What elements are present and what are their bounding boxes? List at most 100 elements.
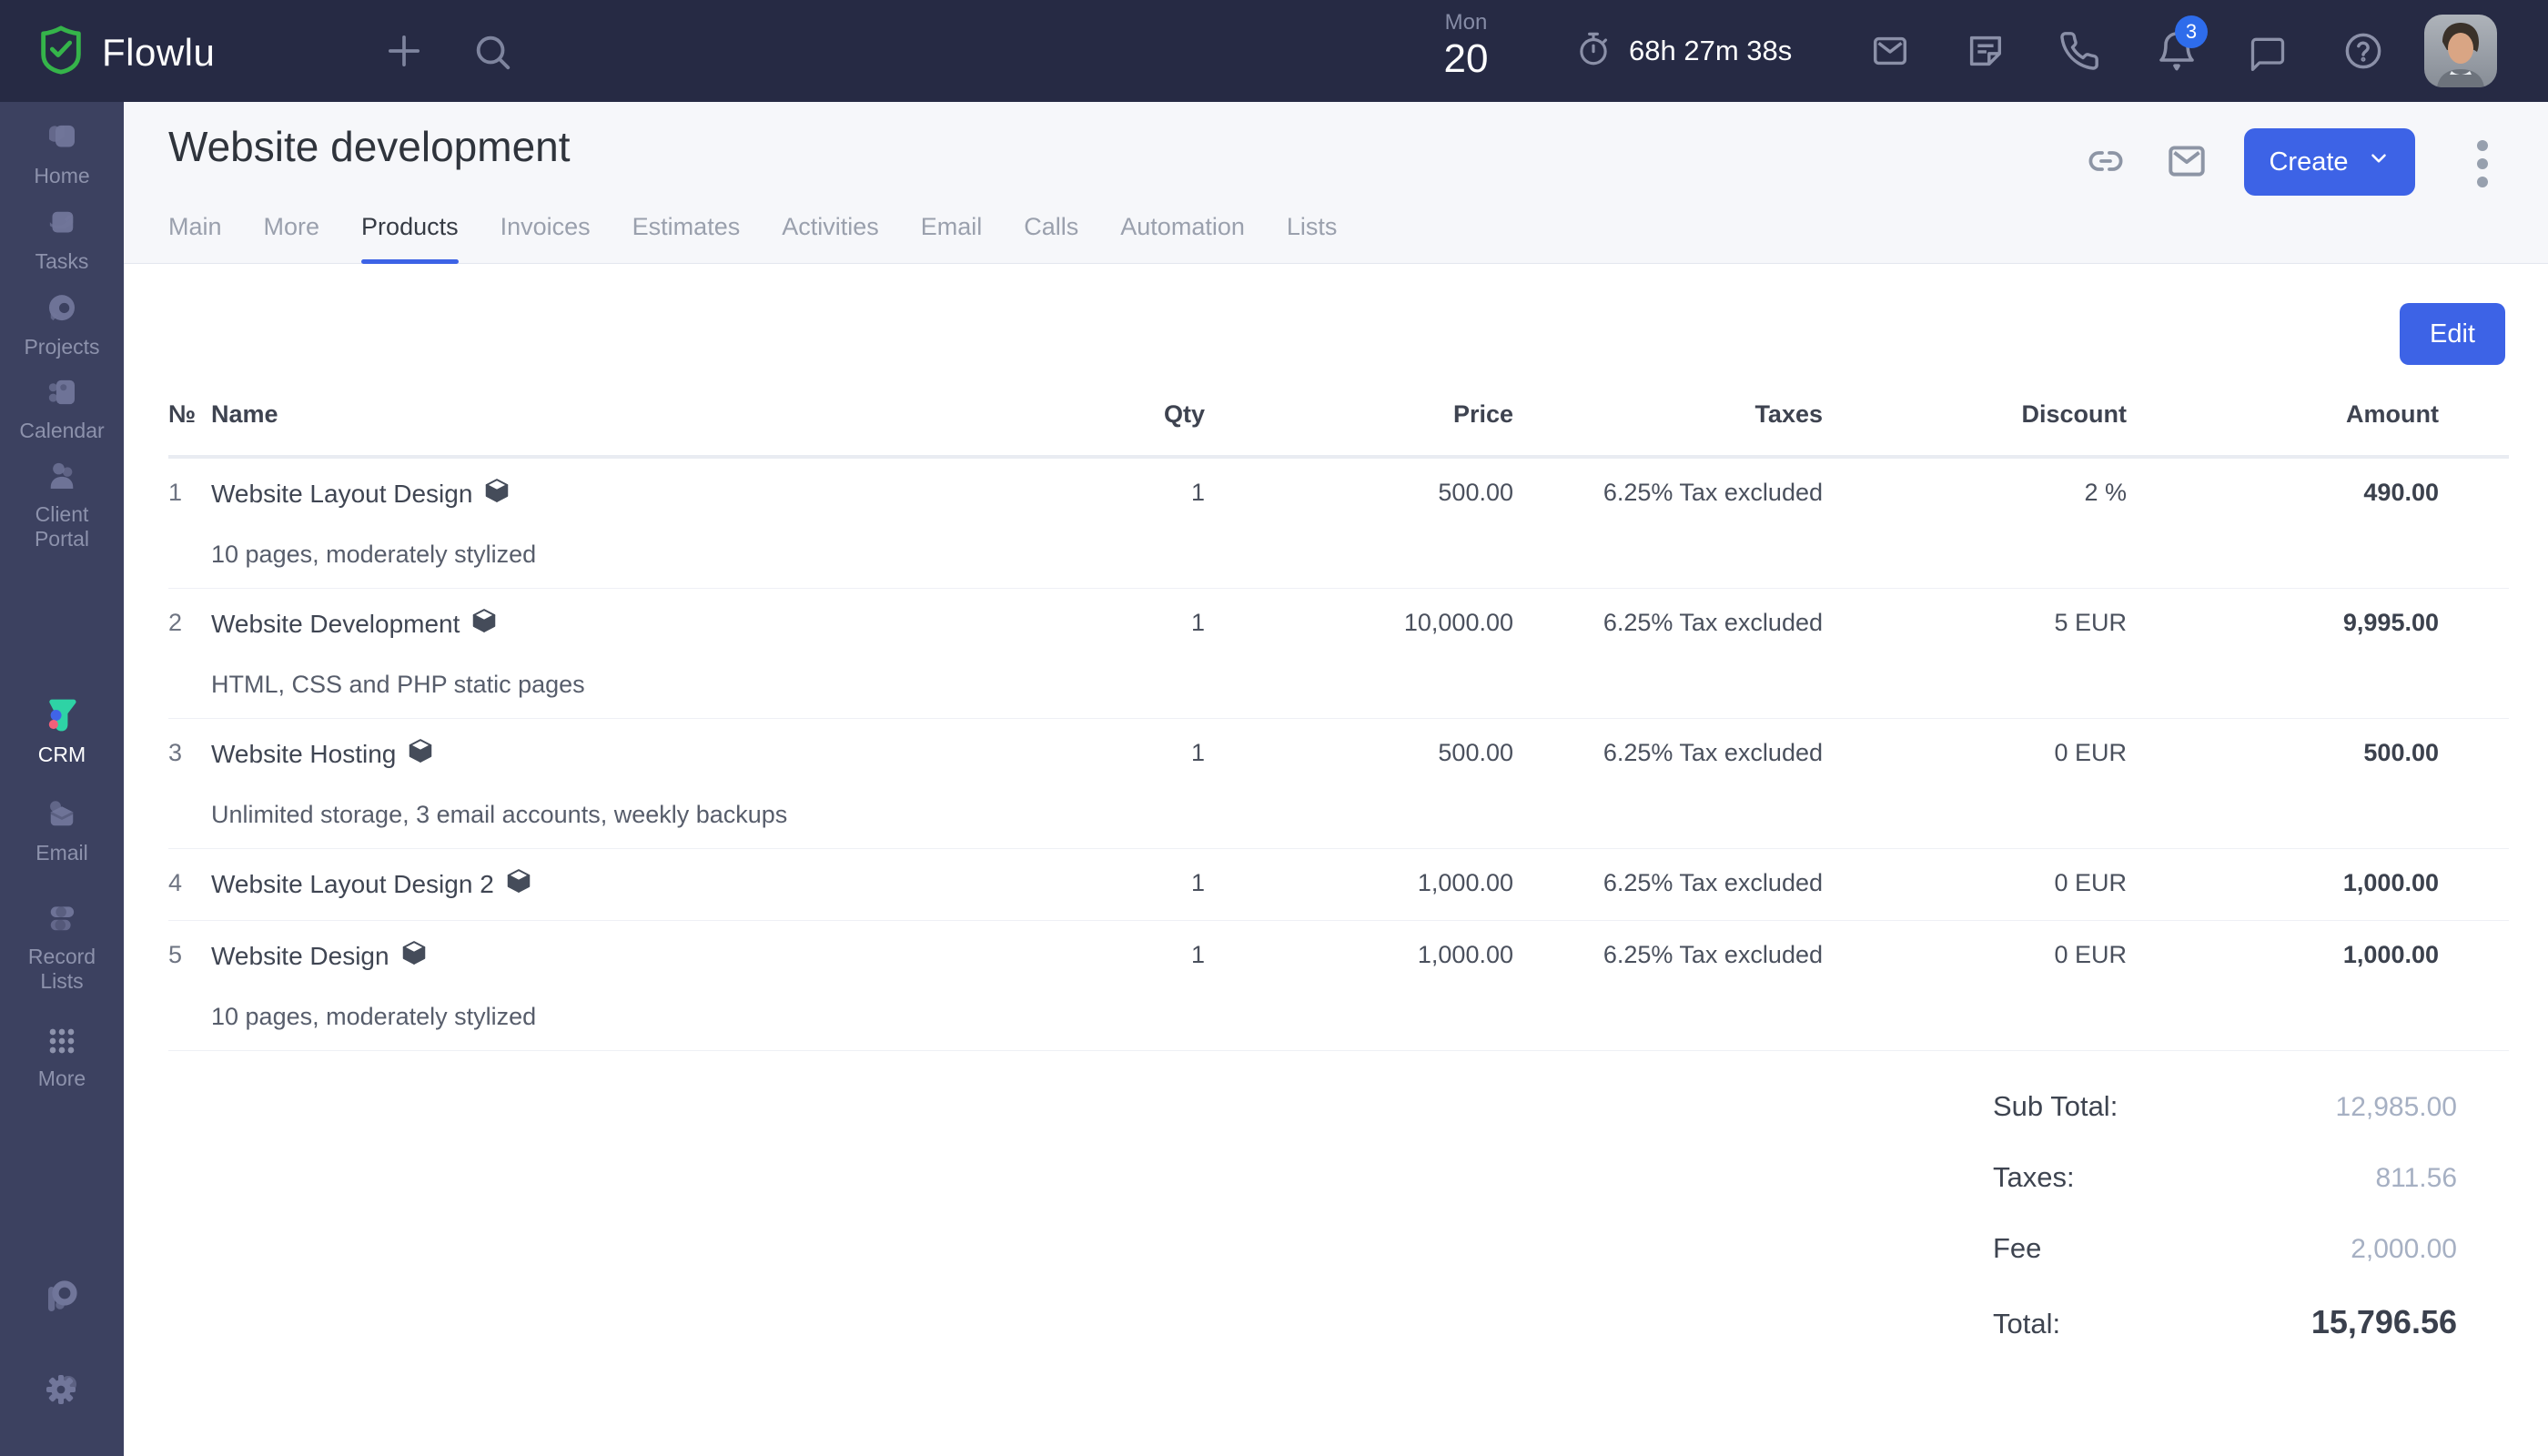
tab-calls[interactable]: Calls — [1024, 213, 1078, 263]
column-header-name: Name — [211, 400, 278, 428]
sidebar-item-calendar[interactable]: Calendar — [0, 373, 124, 443]
flowlu-shield-icon — [35, 24, 87, 81]
table-row[interactable]: 3 Website Hosting 1 500.00 6.25% Tax exc… — [168, 719, 2509, 849]
subtotal-row: Sub Total: 12,985.00 — [1993, 1090, 2457, 1125]
column-header-taxes: Taxes — [1754, 400, 1823, 428]
sidebar-settings-button[interactable] — [0, 1369, 124, 1417]
discount-cell: 0 EUR — [2054, 869, 2127, 896]
calendar-icon — [0, 373, 124, 411]
chat-button[interactable] — [2248, 33, 2288, 73]
sidebar-item-more[interactable]: More — [0, 1023, 124, 1091]
sidebar-item-label: Home — [34, 164, 90, 187]
stopwatch-icon — [1574, 30, 1613, 73]
product-name-link[interactable]: Website Design — [211, 941, 389, 972]
qty-cell: 1 — [1190, 739, 1205, 766]
sidebar-item-label: Record Lists — [27, 945, 96, 993]
products-table: № Name Qty Price Taxes Discount Amount 1… — [168, 393, 2509, 1051]
tab-estimates[interactable]: Estimates — [632, 213, 741, 263]
product-name-cell: Website Hosting — [211, 737, 1019, 772]
global-search-button[interactable] — [471, 31, 513, 73]
column-header-amount: Amount — [2346, 400, 2439, 428]
sidebar: Home Tasks Projects Calendar Client Port… — [0, 102, 124, 1456]
flowlu-logo[interactable]: Flowlu — [35, 24, 215, 81]
copy-link-button[interactable] — [2084, 139, 2128, 187]
totals-summary: Sub Total: 12,985.00 Taxes: 811.56 Fee 2… — [1993, 1090, 2457, 1374]
tab-automation[interactable]: Automation — [1120, 213, 1245, 263]
product-name-cell: Website Layout Design — [211, 477, 1019, 511]
subtotal-value: 12,985.00 — [2335, 1092, 2457, 1122]
tab-products[interactable]: Products — [361, 213, 459, 264]
sidebar-item-client-portal[interactable]: Client Portal — [0, 457, 124, 551]
header-kebab-menu[interactable] — [2475, 136, 2490, 196]
product-cube-icon — [483, 477, 511, 511]
link-icon — [2084, 151, 2128, 187]
column-header-number: № — [168, 400, 197, 428]
product-name-link[interactable]: Website Development — [211, 609, 460, 640]
taxes-row: Taxes: 811.56 — [1993, 1161, 2457, 1196]
sidebar-item-home[interactable]: Home — [0, 118, 124, 188]
column-header-price: Price — [1452, 400, 1513, 428]
page-header: Website development Main More Products I… — [124, 102, 2548, 264]
taxes-cell: 6.25% Tax excluded — [1603, 941, 1823, 968]
add-button[interactable] — [380, 27, 428, 75]
envelope-icon — [2164, 146, 2209, 187]
product-description: 10 pages, moderately stylized — [211, 1003, 537, 1030]
sidebar-partner-button[interactable] — [0, 1276, 124, 1324]
table-row[interactable]: 5 Website Design 1 1,000.00 6.25% Tax ex… — [168, 921, 2509, 1051]
product-name-link[interactable]: Website Hosting — [211, 739, 396, 770]
sidebar-item-tasks[interactable]: Tasks — [0, 204, 124, 274]
product-description: HTML, CSS and PHP static pages — [211, 671, 585, 698]
create-button[interactable]: Create — [2244, 128, 2415, 196]
flowlu-app: Flowlu Mon 20 68h 27m 38s 3 Home Tasks P… — [0, 0, 2548, 1456]
home-icon — [0, 118, 124, 157]
time-tracker[interactable]: 68h 27m 38s — [1574, 0, 1792, 102]
tab-invoices[interactable]: Invoices — [500, 213, 591, 263]
tab-email[interactable]: Email — [921, 213, 983, 263]
mail-button[interactable] — [1869, 30, 1911, 72]
tab-lists[interactable]: Lists — [1287, 213, 1338, 263]
product-name-link[interactable]: Website Layout Design — [211, 479, 472, 510]
sidebar-item-label: Client Portal — [34, 502, 90, 551]
sidebar-item-label: Calendar — [19, 419, 105, 442]
sidebar-item-record-lists[interactable]: Record Lists — [0, 899, 124, 994]
phone-icon — [2058, 30, 2100, 72]
calendar-date-widget[interactable]: Mon 20 — [1416, 9, 1516, 82]
discount-cell: 0 EUR — [2054, 941, 2127, 968]
send-email-button[interactable] — [2164, 138, 2209, 188]
table-row[interactable]: 4 Website Layout Design 2 1 1,000.00 6.2… — [168, 849, 2509, 921]
discount-cell: 5 EUR — [2054, 609, 2127, 636]
partner-p-icon — [40, 1276, 84, 1324]
product-cube-icon — [470, 607, 498, 642]
edit-button[interactable]: Edit — [2400, 303, 2505, 365]
column-header-discount: Discount — [2021, 400, 2127, 428]
taxes-value: 811.56 — [2375, 1163, 2457, 1193]
qty-cell: 1 — [1190, 609, 1205, 636]
table-row[interactable]: 1 Website Layout Design 1 500.00 6.25% T… — [168, 459, 2509, 589]
tab-main[interactable]: Main — [168, 213, 222, 263]
help-button[interactable] — [2342, 30, 2384, 72]
timer-value: 68h 27m 38s — [1629, 35, 1793, 66]
email-icon — [0, 795, 124, 834]
product-name-cell: Website Design — [211, 939, 1019, 974]
mail-icon — [1869, 30, 1911, 72]
tab-activities[interactable]: Activities — [782, 213, 879, 263]
sidebar-item-crm[interactable]: CRM — [0, 695, 124, 767]
tab-more[interactable]: More — [264, 213, 320, 263]
user-avatar[interactable] — [2424, 15, 2497, 87]
plus-icon — [380, 27, 428, 75]
calls-button[interactable] — [2058, 30, 2100, 72]
product-name-link[interactable]: Website Layout Design 2 — [211, 869, 494, 900]
sidebar-item-projects[interactable]: Projects — [0, 289, 124, 359]
notifications-button[interactable]: 3 — [2155, 15, 2208, 72]
table-row[interactable]: 2 Website Development 1 10,000.00 6.25% … — [168, 589, 2509, 719]
price-cell: 500.00 — [1438, 739, 1513, 766]
sidebar-item-email[interactable]: Email — [0, 795, 124, 865]
topbar: Flowlu Mon 20 68h 27m 38s 3 — [0, 0, 2548, 102]
price-cell: 1,000.00 — [1417, 869, 1513, 896]
qty-cell: 1 — [1190, 941, 1205, 968]
edit-button-label: Edit — [2430, 318, 2475, 349]
row-number: 1 — [168, 479, 183, 506]
brand-name: Flowlu — [102, 30, 216, 74]
notes-button[interactable] — [1964, 30, 2006, 72]
amount-cell: 500.00 — [2363, 739, 2439, 766]
